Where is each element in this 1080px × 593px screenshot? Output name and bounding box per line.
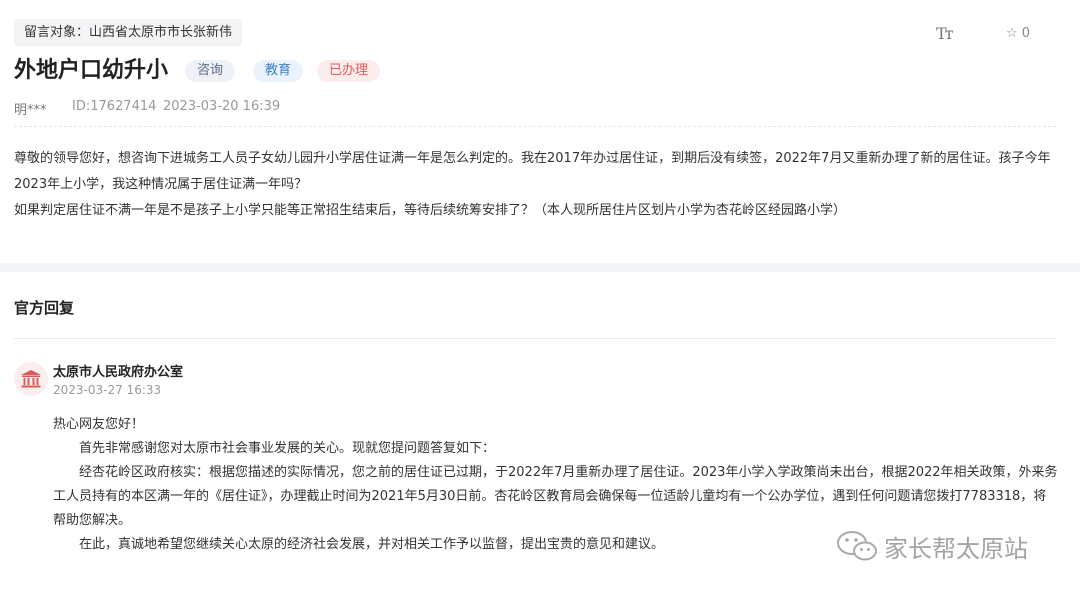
reply-date: 2023-03-27 16:33 [53,383,162,397]
recipient-label: 留言对象：山西省太原市市长张新伟 [14,19,243,46]
page-title: 外地户口幼升小 [14,58,169,83]
message-paragraph: 尊敬的领导您好，想咨询下进城务工人员子女幼儿园升小学居住证满一年是怎么判定的。我… [14,151,1051,192]
reply-paragraph: 经杏花岭区政府核实：根据您描述的实际情况，您之前的居住证已过期，于2022年7月… [53,465,1058,528]
divider [14,338,1056,339]
reply-paragraph: 首先非常感谢您对太原市社会事业发展的关心。现就您提问题答复如下： [79,441,496,456]
star-icon: ☆ [1006,26,1018,41]
font-size-icon: Tт [936,24,953,43]
reply-organization: 太原市人民政府办公室 [53,365,184,380]
status-badge: 已办理 [317,60,381,82]
watermark-text: 家长帮太原站 [884,534,1028,563]
government-building-icon [21,370,41,388]
message-date: 2023-03-20 16:39 [163,99,281,114]
tag-consult[interactable]: 咨询 [185,60,236,82]
section-separator [0,263,1080,272]
message-body: 尊敬的领导您好，想咨询下进城务工人员子女幼儿园升小学居住证满一年是怎么判定的。我… [14,146,1066,224]
watermark: 家长帮太原站 [836,528,1028,564]
favorite-button[interactable]: ☆ 0 [1006,26,1030,41]
message-paragraph: 如果判定居住证不满一年是不是孩子上小学只能等正常招生结束后，等待后续统筹安排了？… [14,203,847,218]
message-id: ID:17627414 [72,99,157,114]
divider [14,126,1056,127]
tag-education[interactable]: 教育 [253,60,304,82]
wechat-icon [837,531,877,561]
reply-heading: 官方回复 [14,299,75,317]
author-name: 明*** [14,103,47,118]
favorite-count: 0 [1021,26,1031,41]
reply-greeting: 热心网友您好！ [53,417,145,432]
font-size-button[interactable]: Tт [936,24,953,43]
avatar [14,362,48,396]
